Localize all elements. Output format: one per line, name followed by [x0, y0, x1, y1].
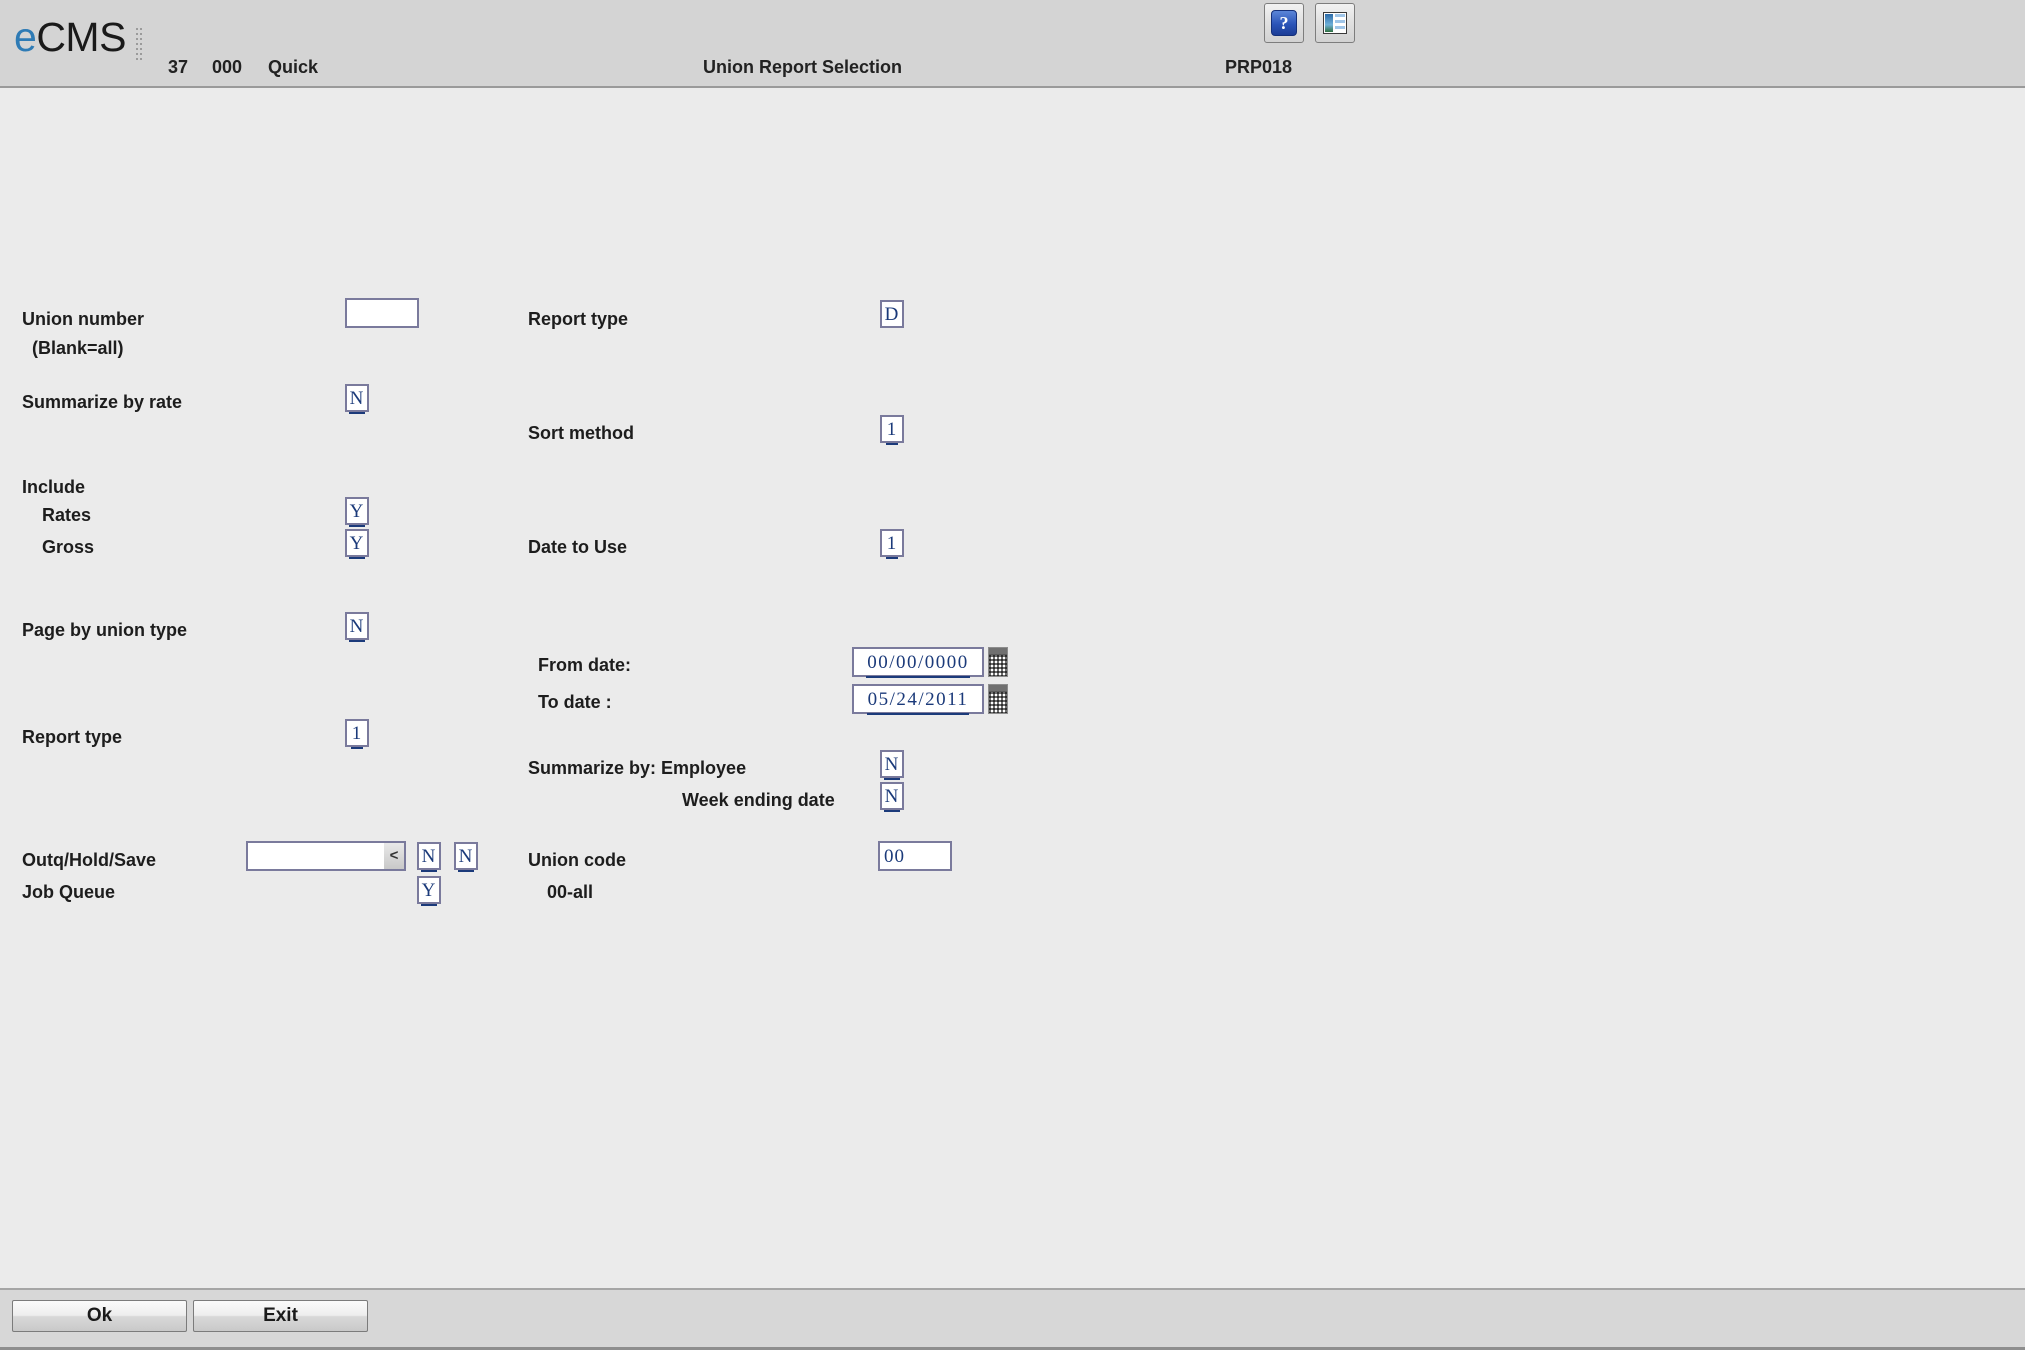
from-date-input[interactable]: 00/00/0000 — [852, 647, 984, 678]
summarize-by-rate-label: Summarize by rate — [22, 392, 183, 412]
include-rates-label: Rates — [42, 505, 92, 525]
to-date-input[interactable]: 05/24/2011 — [852, 684, 984, 715]
job-queue-value: Y — [420, 878, 438, 906]
logo-letter-e: e — [14, 14, 37, 60]
page-by-union-type-value: N — [348, 614, 366, 642]
page-by-union-type-input[interactable]: N — [345, 612, 369, 642]
hold-input[interactable]: N — [417, 842, 441, 872]
page-title: Union Report Selection — [703, 57, 903, 77]
help-button[interactable]: ? — [1264, 3, 1304, 43]
outq-hold-save-label: Outq/Hold/Save — [22, 850, 157, 870]
union-code-input[interactable]: 00 — [878, 841, 952, 871]
calendar-grid — [989, 655, 1007, 676]
toolbar-grip-handle[interactable] — [136, 28, 142, 60]
window-layout-button[interactable] — [1315, 3, 1355, 43]
date-to-use-value: 1 — [885, 531, 899, 559]
sort-method-label: Sort method — [528, 423, 634, 443]
include-rates-input[interactable]: Y — [345, 497, 369, 527]
report-type-left-label: Report type — [22, 727, 123, 747]
ok-button[interactable]: Ok — [12, 1300, 187, 1332]
to-date-calendar-icon[interactable] — [988, 684, 1008, 714]
union-number-input[interactable] — [345, 298, 419, 328]
to-date-value: 05/24/2011 — [866, 686, 970, 715]
include-gross-label: Gross — [42, 537, 95, 557]
week-ending-date-label: Week ending date — [682, 790, 835, 810]
include-gross-input[interactable]: Y — [345, 529, 369, 559]
report-type-left-input[interactable]: 1 — [345, 719, 369, 749]
page-by-union-type-label: Page by union type — [22, 620, 188, 640]
calendar-header-bar — [989, 685, 1007, 692]
exit-button[interactable]: Exit — [193, 1300, 368, 1332]
date-to-use-input[interactable]: 1 — [880, 529, 904, 559]
split-window-right-pane — [1335, 14, 1345, 32]
union-number-label: Union number — [22, 309, 144, 329]
ecms-logo: eCMS — [14, 17, 126, 58]
job-queue-input[interactable]: Y — [417, 876, 441, 906]
week-ending-date-input[interactable]: N — [880, 782, 904, 812]
summarize-by-employee-value: N — [883, 752, 901, 780]
job-queue-label: Job Queue — [22, 882, 116, 902]
report-type-right-value: D — [884, 304, 900, 325]
union-code-label: Union code — [528, 850, 626, 870]
to-date-label: To date : — [538, 692, 612, 712]
division-number: 000 — [212, 57, 243, 77]
logo-letters-cms: CMS — [36, 14, 126, 60]
date-to-use-label: Date to Use — [528, 537, 628, 557]
save-value: N — [457, 844, 475, 872]
sort-method-input[interactable]: 1 — [880, 415, 904, 445]
report-type-right-input[interactable]: D — [880, 300, 904, 328]
week-ending-date-value: N — [883, 784, 901, 812]
include-group-label: Include — [22, 477, 86, 497]
split-window-left-pane — [1325, 14, 1333, 32]
question-mark-icon: ? — [1271, 10, 1297, 36]
calendar-grid — [989, 692, 1007, 713]
summarize-by-employee-label: Summarize by: Employee — [528, 758, 747, 778]
program-id: PRP018 — [1225, 57, 1293, 77]
from-date-value: 00/00/0000 — [866, 649, 970, 678]
include-rates-value: Y — [348, 499, 366, 527]
outq-prompt-button[interactable]: < — [384, 841, 406, 871]
union-number-hint: (Blank=all) — [32, 338, 124, 358]
hold-value: N — [420, 844, 438, 872]
summarize-by-employee-input[interactable]: N — [880, 750, 904, 780]
report-type-left-value: 1 — [350, 721, 364, 749]
split-window-icon — [1323, 12, 1347, 34]
app-header: eCMS 37 000 Quick Union Report Selection… — [0, 0, 2025, 88]
save-input[interactable]: N — [454, 842, 478, 872]
include-gross-value: Y — [348, 531, 366, 559]
action-bar: Ok Exit — [0, 1288, 2025, 1350]
calendar-header-bar — [989, 648, 1007, 655]
outq-input[interactable] — [246, 841, 392, 871]
sort-method-value: 1 — [885, 417, 899, 445]
from-date-label: From date: — [538, 655, 632, 675]
form-body: Union number (Blank=all) Summarize by ra… — [0, 88, 2025, 1288]
summarize-by-rate-input[interactable]: N — [345, 384, 369, 414]
user-name: Quick — [268, 57, 319, 77]
report-type-right-label: Report type — [528, 309, 629, 329]
union-code-hint: 00-all — [547, 882, 594, 902]
summarize-by-rate-value: N — [348, 386, 366, 414]
from-date-calendar-icon[interactable] — [988, 647, 1008, 677]
company-number: 37 — [168, 57, 189, 77]
